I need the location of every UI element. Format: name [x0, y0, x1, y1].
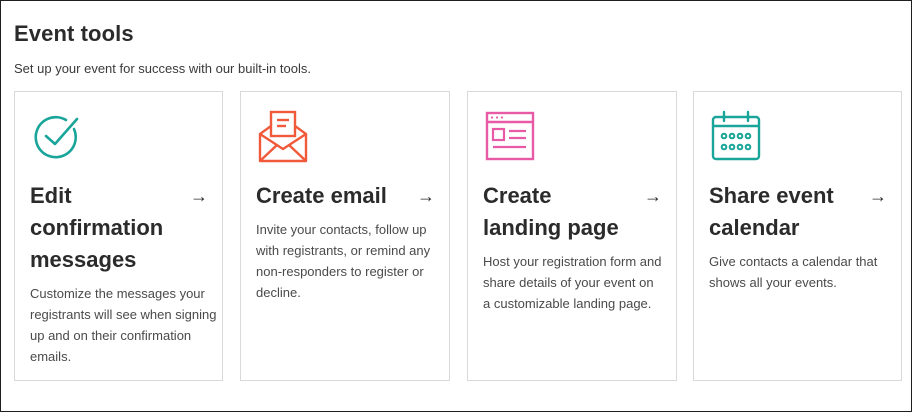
arrow-right-icon: →: [869, 186, 887, 206]
card-share-event-calendar[interactable]: Share event calendar → Give contacts a c…: [693, 91, 902, 381]
check-circle-icon: [34, 115, 79, 159]
section-subtitle: Set up your event for success with our b…: [14, 61, 311, 76]
card-title: Create landing page: [483, 180, 663, 244]
card-description: Invite your contacts, follow up with reg…: [256, 222, 431, 300]
card-title: Edit confirmation messages: [30, 180, 190, 276]
calendar-icon: [711, 110, 761, 161]
card-description: Customize the messages your registrants …: [30, 286, 217, 364]
card-title-line: confirmation: [30, 215, 164, 240]
card-create-email[interactable]: Create email → Invite your contacts, fol…: [240, 91, 450, 381]
card-create-landing-page[interactable]: Create landing page → Host your registra…: [467, 91, 677, 381]
arrow-right-icon: →: [417, 186, 435, 206]
card-title-line: Share event: [709, 183, 834, 208]
card-title-line: Edit: [30, 183, 72, 208]
arrow-right-icon: →: [644, 186, 662, 206]
card-title-line: landing page: [483, 215, 619, 240]
card-edit-confirmation-messages[interactable]: Edit confirmation messages → Customize t…: [14, 91, 223, 381]
card-description: Host your registration form and share de…: [483, 254, 662, 311]
arrow-right-icon: →: [190, 186, 208, 206]
card-title-line: Create: [483, 183, 552, 208]
event-tools-panel: Event tools Set up your event for succes…: [0, 0, 912, 412]
card-description: Give contacts a calendar that shows all …: [709, 254, 878, 290]
email-envelope-icon: [258, 110, 308, 163]
landing-page-icon: [485, 111, 535, 161]
card-title: Share event calendar: [709, 180, 889, 244]
card-title: Create email: [256, 180, 436, 212]
card-title-line: messages: [30, 247, 137, 272]
card-title-line: calendar: [709, 215, 800, 240]
card-title-line: Create email: [256, 183, 387, 208]
section-title: Event tools: [14, 21, 134, 46]
